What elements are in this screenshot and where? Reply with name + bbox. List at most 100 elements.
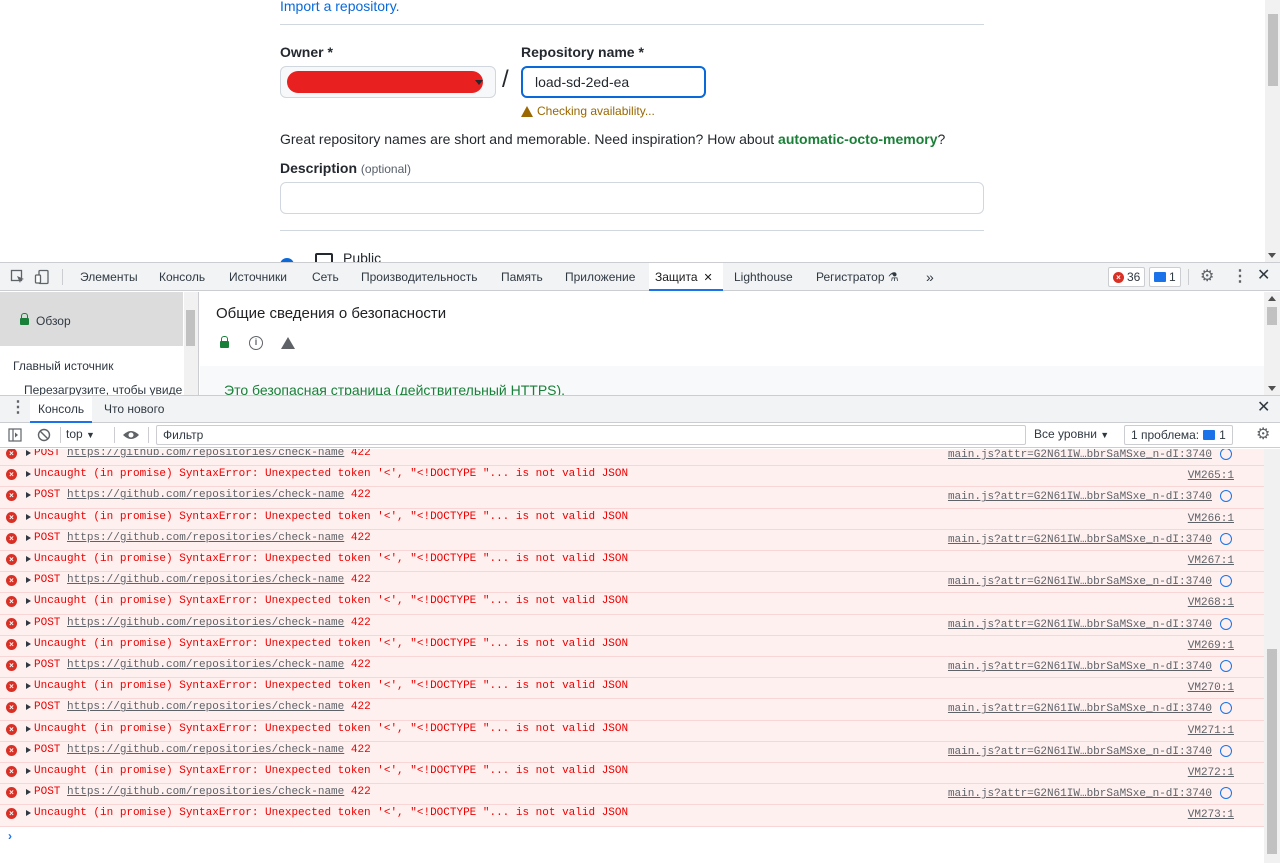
expand-triangle-icon[interactable] — [26, 492, 31, 499]
device-toolbar-icon[interactable] — [34, 269, 50, 285]
tab-performance[interactable]: Производительность — [355, 263, 483, 291]
expand-triangle-icon[interactable] — [26, 789, 31, 796]
console-network-error-row[interactable]: × POST https://github.com/repositories/ch… — [0, 699, 1264, 721]
drawer-tab-console[interactable]: Консоль — [30, 396, 93, 423]
network-request-icon[interactable] — [1220, 660, 1232, 672]
scroll-up-arrow-icon[interactable] — [1268, 296, 1276, 301]
description-input[interactable] — [280, 182, 984, 214]
close-devtools-icon[interactable]: ✕ — [1257, 267, 1270, 285]
expand-triangle-icon[interactable] — [26, 810, 31, 817]
close-drawer-icon[interactable]: ✕ — [1257, 399, 1270, 417]
request-url-link[interactable]: https://github.com/repositories/check-na… — [67, 659, 344, 671]
source-link[interactable]: main.js?attr=G2N61IW…bbrSaMSxe_n-dI:3740 — [948, 661, 1212, 673]
console-network-error-row[interactable]: × POST https://github.com/repositories/ch… — [0, 784, 1264, 806]
console-scrollbar-thumb[interactable] — [1267, 649, 1277, 854]
source-link[interactable]: main.js?attr=G2N61IW…bbrSaMSxe_n-dI:3740 — [948, 788, 1212, 800]
request-url-link[interactable]: https://github.com/repositories/check-na… — [67, 786, 344, 798]
expand-triangle-icon[interactable] — [26, 704, 31, 711]
console-network-error-row[interactable]: × POST https://github.com/repositories/ch… — [0, 487, 1264, 509]
security-scrollbar[interactable] — [1264, 292, 1280, 395]
network-request-icon[interactable] — [1220, 744, 1232, 757]
expand-triangle-icon[interactable] — [26, 662, 31, 668]
network-request-icon[interactable] — [1220, 449, 1232, 460]
issues-button[interactable]: 1 проблема: 1 — [1124, 425, 1233, 445]
tab-elements[interactable]: Элементы — [74, 263, 144, 291]
console-error-row[interactable]: × Uncaught (in promise) SyntaxError: Unex… — [0, 551, 1264, 573]
expand-triangle-icon[interactable] — [26, 683, 31, 690]
suggested-name-link[interactable]: automatic-octo-memory — [778, 131, 937, 147]
console-error-row[interactable]: × Uncaught (in promise) SyntaxError: Unex… — [0, 466, 1264, 488]
request-url-link[interactable]: https://github.com/repositories/check-na… — [67, 449, 344, 459]
source-link[interactable]: VM265:1 — [1188, 470, 1234, 482]
expand-triangle-icon[interactable] — [26, 450, 31, 456]
live-expression-eye-icon[interactable] — [122, 429, 140, 441]
console-error-row[interactable]: × Uncaught (in promise) SyntaxError: Unex… — [0, 678, 1264, 700]
security-scrollbar-thumb[interactable] — [1267, 307, 1277, 325]
source-link[interactable]: main.js?attr=G2N61IW…bbrSaMSxe_n-dI:3740 — [948, 576, 1212, 588]
source-link[interactable]: main.js?attr=G2N61IW…bbrSaMSxe_n-dI:3740 — [948, 491, 1212, 503]
console-settings-icon[interactable]: ⚙ — [1256, 426, 1270, 444]
network-request-icon[interactable] — [1220, 787, 1232, 800]
network-request-icon[interactable] — [1220, 617, 1232, 630]
tab-application[interactable]: Приложение — [559, 263, 641, 291]
source-link[interactable]: VM269:1 — [1188, 640, 1234, 652]
source-link[interactable]: VM266:1 — [1188, 513, 1234, 525]
drawer-tab-whats-new[interactable]: Что нового — [96, 396, 172, 423]
messages-badge[interactable]: 1 — [1149, 267, 1181, 287]
console-network-error-row[interactable]: × POST https://github.com/repositories/ch… — [0, 449, 1264, 467]
console-network-error-row[interactable]: × POST https://github.com/repositories/ch… — [0, 572, 1264, 594]
request-url-link[interactable]: https://github.com/repositories/check-na… — [67, 574, 344, 586]
scroll-down-arrow-icon[interactable] — [1268, 253, 1276, 258]
context-selector[interactable]: top ▼ — [66, 427, 95, 441]
page-scrollbar-thumb[interactable] — [1268, 14, 1278, 86]
expand-triangle-icon[interactable] — [26, 556, 31, 562]
expand-triangle-icon[interactable] — [26, 577, 31, 584]
source-link[interactable]: main.js?attr=G2N61IW…bbrSaMSxe_n-dI:3740 — [948, 746, 1212, 758]
tab-memory[interactable]: Память — [495, 263, 549, 291]
request-url-link[interactable]: https://github.com/repositories/check-na… — [67, 489, 344, 501]
console-error-row[interactable]: × Uncaught (in promise) SyntaxError: Unex… — [0, 508, 1264, 530]
clear-console-icon[interactable] — [37, 428, 51, 442]
network-request-icon[interactable] — [1220, 490, 1232, 503]
expand-triangle-icon[interactable] — [26, 746, 31, 753]
source-link[interactable]: VM271:1 — [1188, 725, 1234, 737]
source-link[interactable]: VM268:1 — [1188, 597, 1234, 609]
expand-triangle-icon[interactable] — [26, 534, 31, 541]
tab-security[interactable]: Защита ✕ — [649, 263, 723, 291]
expand-triangle-icon[interactable] — [26, 513, 31, 520]
source-link[interactable]: main.js?attr=G2N61IW…bbrSaMSxe_n-dI:3740 — [948, 703, 1212, 715]
tab-lighthouse[interactable]: Lighthouse — [728, 263, 799, 291]
more-options-icon[interactable]: ⋮ — [1232, 268, 1248, 286]
console-network-error-row[interactable]: × POST https://github.com/repositories/ch… — [0, 614, 1264, 636]
console-error-row[interactable]: × Uncaught (in promise) SyntaxError: Unex… — [0, 720, 1264, 742]
console-error-row[interactable]: × Uncaught (in promise) SyntaxError: Unex… — [0, 635, 1264, 657]
network-request-icon[interactable] — [1220, 702, 1232, 715]
expand-triangle-icon[interactable] — [26, 725, 31, 732]
tab-recorder[interactable]: Регистратор ⚗ — [810, 263, 905, 291]
console-filter-input[interactable]: Фильтр — [156, 425, 1026, 445]
sidebar-toggle-icon[interactable] — [8, 428, 22, 442]
request-url-link[interactable]: https://github.com/repositories/check-na… — [67, 532, 344, 544]
inspect-element-icon[interactable] — [10, 269, 26, 285]
console-error-row[interactable]: × Uncaught (in promise) SyntaxError: Unex… — [0, 805, 1264, 827]
sidebar-scrollbar[interactable] — [184, 292, 198, 395]
network-request-icon[interactable] — [1220, 575, 1232, 588]
import-repository-link[interactable]: Import a repository. — [280, 0, 400, 14]
log-levels-dropdown[interactable]: Все уровни ▼ — [1034, 427, 1109, 441]
source-link[interactable]: main.js?attr=G2N61IW…bbrSaMSxe_n-dI:3740 — [948, 534, 1212, 546]
console-error-row[interactable]: × Uncaught (in promise) SyntaxError: Unex… — [0, 593, 1264, 615]
console-scrollbar[interactable] — [1264, 449, 1280, 863]
more-tabs-button[interactable]: » — [920, 263, 940, 291]
expand-triangle-icon[interactable] — [26, 471, 31, 478]
settings-gear-icon[interactable]: ⚙ — [1200, 268, 1214, 286]
expand-triangle-icon[interactable] — [26, 640, 31, 647]
console-error-row[interactable]: × Uncaught (in promise) SyntaxError: Unex… — [0, 763, 1264, 785]
source-link[interactable]: VM267:1 — [1188, 555, 1234, 567]
close-tab-icon[interactable]: ✕ — [704, 272, 713, 284]
console-network-error-row[interactable]: × POST https://github.com/repositories/ch… — [0, 529, 1264, 551]
repository-name-input[interactable] — [521, 66, 706, 98]
owner-select[interactable] — [280, 66, 496, 98]
console-prompt[interactable]: › — [8, 829, 12, 843]
expand-triangle-icon[interactable] — [26, 619, 31, 626]
console-network-error-row[interactable]: × POST https://github.com/repositories/ch… — [0, 741, 1264, 763]
